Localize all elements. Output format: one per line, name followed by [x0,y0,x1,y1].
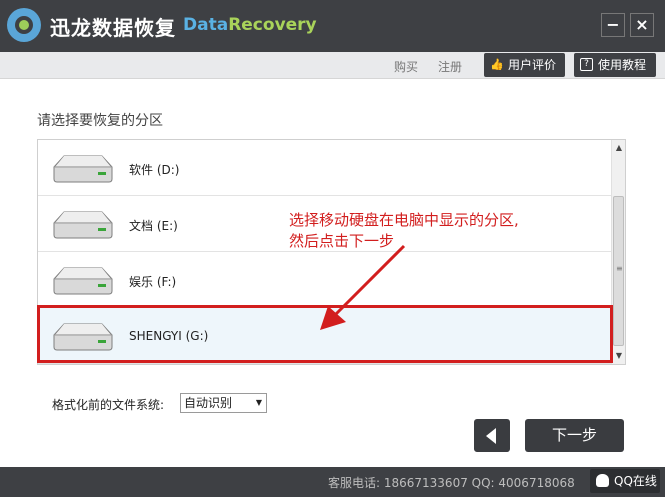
close-button[interactable]: × [630,13,654,37]
buy-link[interactable]: 购买 [394,58,418,75]
brand-part-recovery: Recovery [228,15,317,35]
thumbs-up-icon: 👍 [490,58,504,71]
partition-heading: 请选择要恢复的分区 [37,113,163,129]
user-review-button[interactable]: 👍 用户评价 [484,53,565,77]
user-review-label: 用户评价 [508,58,557,72]
register-link[interactable]: 注册 [438,58,462,75]
partition-label: 娱乐 (F:) [129,275,177,289]
filesystem-value: 自动识别 [184,396,233,410]
disk-icon [53,211,113,239]
brand-part-data: Data [183,15,229,35]
brand-name: DataRecovery [183,15,317,35]
filesystem-select[interactable]: 自动识别 ▼ [180,393,267,413]
minimize-button[interactable]: − [601,13,625,37]
partition-label: 文档 (E:) [129,219,178,233]
chevron-down-icon: ▼ [255,398,262,407]
annotation-arrow-icon [320,244,406,330]
disk-icon [53,155,113,183]
partition-label: 软件 (D:) [129,163,180,177]
annotation-line-1: 选择移动硬盘在电脑中显示的分区, [289,211,519,229]
scroll-thumb[interactable]: ≡ [613,196,624,346]
title-bar: 迅龙数据恢复 DataRecovery − × [0,0,665,52]
contact-info: 客服电话: 18667133607 QQ: 4006718068 [328,476,575,490]
toolbar: 购买 注册 👍 用户评价 ? 使用教程 [0,52,665,79]
tutorial-label: 使用教程 [598,58,647,72]
next-button[interactable]: 下一步 [525,419,624,452]
back-button[interactable] [474,419,510,452]
scroll-up-icon[interactable]: ▲ [614,142,624,154]
app-title: 迅龙数据恢复 [50,16,176,40]
disk-icon [53,267,113,295]
footer: 客服电话: 18667133607 QQ: 4006718068 QQ在线 [0,467,665,497]
qq-online-button[interactable]: QQ在线 [590,469,660,493]
qq-icon [596,474,609,487]
grip-icon: ≡ [616,264,623,273]
scroll-down-icon[interactable]: ▼ [614,350,624,362]
qq-online-label: QQ在线 [614,474,657,488]
partition-scrollbar[interactable]: ▲ ≡ ▼ [611,140,625,364]
tutorial-button[interactable]: ? 使用教程 [574,53,656,77]
help-icon: ? [580,58,593,71]
logo-icon [7,8,41,42]
back-arrow-icon [486,428,496,444]
filesystem-label: 格式化前的文件系统: [52,398,165,412]
partition-row-d[interactable]: 软件 (D:) [38,140,613,196]
